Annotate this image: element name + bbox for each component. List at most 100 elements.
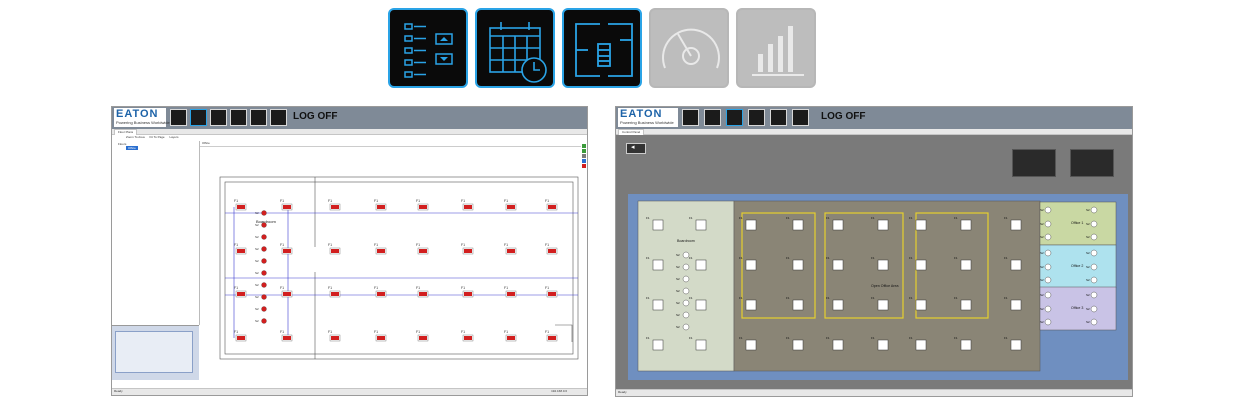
light-fixture-button[interactable] <box>1010 259 1022 271</box>
light-fixture[interactable] <box>419 292 427 296</box>
light-fixture[interactable] <box>331 336 339 340</box>
layer-toggle-icon[interactable] <box>582 164 586 168</box>
light-fixture-button[interactable] <box>652 299 664 311</box>
occupancy-sensor[interactable] <box>1044 220 1052 228</box>
logoff-button[interactable]: LOG OFF <box>293 111 337 122</box>
light-fixture-button[interactable] <box>652 219 664 231</box>
light-fixture[interactable] <box>464 292 472 296</box>
light-fixture-button[interactable] <box>1010 299 1022 311</box>
light-fixture-button[interactable] <box>792 219 804 231</box>
occupancy-sensor[interactable] <box>1090 291 1098 299</box>
minimap-viewport[interactable] <box>115 331 193 373</box>
light-fixture[interactable] <box>237 292 245 296</box>
light-fixture-button[interactable] <box>915 299 927 311</box>
layer-toggle-icon[interactable] <box>582 154 586 158</box>
occupancy-sensor[interactable] <box>1090 305 1098 313</box>
occupancy-sensor[interactable] <box>1044 263 1052 271</box>
occupancy-sensor[interactable] <box>1090 233 1098 241</box>
occupancy-sensor[interactable] <box>682 299 690 307</box>
home-icon[interactable] <box>170 109 187 126</box>
occupancy-sensor[interactable] <box>1044 318 1052 326</box>
light-fixture-button[interactable] <box>695 339 707 351</box>
light-fixture[interactable] <box>331 205 339 209</box>
light-fixture[interactable] <box>464 205 472 209</box>
bar-chart-icon[interactable] <box>250 109 267 126</box>
light-fixture-button[interactable] <box>745 339 757 351</box>
gauge-icon[interactable] <box>230 109 247 126</box>
zoom-area-button[interactable]: Zoom To Area <box>126 135 145 139</box>
gauge-icon[interactable] <box>748 109 765 126</box>
control-floor-plan[interactable]: Office 1S2 S2S2 S2S2 S2Office 2S2 S2S2 S2S2 S2… <box>616 135 1133 393</box>
light-fixture[interactable] <box>283 249 291 253</box>
floor-plan-icon[interactable] <box>562 8 642 88</box>
fit-page-button[interactable]: Fit To Page <box>149 135 164 139</box>
occupancy-sensor[interactable] <box>682 323 690 331</box>
light-fixture-button[interactable] <box>1010 339 1022 351</box>
occupancy-sensor[interactable] <box>261 318 267 324</box>
light-fixture[interactable] <box>507 249 515 253</box>
light-fixture-button[interactable] <box>695 219 707 231</box>
occupancy-sensor[interactable] <box>682 311 690 319</box>
occupancy-sensor[interactable] <box>682 287 690 295</box>
light-fixture[interactable] <box>237 205 245 209</box>
light-fixture[interactable] <box>507 292 515 296</box>
boardroom-zone[interactable] <box>637 200 735 372</box>
occupancy-sensor[interactable] <box>261 258 267 264</box>
light-fixture-button[interactable] <box>915 259 927 271</box>
light-fixture[interactable] <box>507 205 515 209</box>
light-fixture-button[interactable] <box>832 299 844 311</box>
occupancy-sensor[interactable] <box>1090 249 1098 257</box>
light-fixture[interactable] <box>548 249 556 253</box>
occupancy-sensor[interactable] <box>1090 276 1098 284</box>
light-fixture-button[interactable] <box>960 259 972 271</box>
light-fixture-button[interactable] <box>832 339 844 351</box>
logoff-button[interactable]: LOG OFF <box>821 111 865 122</box>
light-fixture-button[interactable] <box>877 339 889 351</box>
light-fixture[interactable] <box>377 336 385 340</box>
light-fixture-button[interactable] <box>792 259 804 271</box>
light-fixture-button[interactable] <box>877 219 889 231</box>
light-fixture-button[interactable] <box>960 339 972 351</box>
calendar-schedule-icon[interactable] <box>475 8 555 88</box>
light-fixture[interactable] <box>419 249 427 253</box>
occupancy-sensor[interactable] <box>1044 291 1052 299</box>
light-fixture-button[interactable] <box>695 299 707 311</box>
occupancy-sensor[interactable] <box>261 246 267 252</box>
light-fixture[interactable] <box>331 249 339 253</box>
light-fixture-button[interactable] <box>652 339 664 351</box>
light-fixture[interactable] <box>464 249 472 253</box>
occupancy-sensor[interactable] <box>261 210 267 216</box>
occupancy-sensor[interactable] <box>261 294 267 300</box>
occupancy-sensor[interactable] <box>261 234 267 240</box>
light-fixture-button[interactable] <box>1010 219 1022 231</box>
layers-button[interactable]: Layers <box>169 135 178 139</box>
occupancy-sensor[interactable] <box>1044 206 1052 214</box>
light-fixture-button[interactable] <box>695 259 707 271</box>
occupancy-sensor[interactable] <box>682 251 690 259</box>
light-fixture-button[interactable] <box>745 259 757 271</box>
occupancy-sensor[interactable] <box>682 275 690 283</box>
minimap[interactable] <box>112 325 199 380</box>
light-fixture-button[interactable] <box>652 259 664 271</box>
light-fixture-button[interactable] <box>745 219 757 231</box>
light-fixture-button[interactable] <box>745 299 757 311</box>
light-fixture[interactable] <box>419 205 427 209</box>
light-fixture-button[interactable] <box>960 299 972 311</box>
light-fixture[interactable] <box>464 336 472 340</box>
light-fixture-button[interactable] <box>877 259 889 271</box>
light-fixture[interactable] <box>283 205 291 209</box>
occupancy-sensor[interactable] <box>1090 220 1098 228</box>
light-fixture-button[interactable] <box>915 339 927 351</box>
bar-chart-icon[interactable] <box>770 109 787 126</box>
light-fixture[interactable] <box>507 336 515 340</box>
occupancy-sensor[interactable] <box>682 263 690 271</box>
light-fixture[interactable] <box>237 249 245 253</box>
light-fixture[interactable] <box>548 336 556 340</box>
layer-toggle-icon[interactable] <box>582 159 586 163</box>
light-fixture[interactable] <box>548 292 556 296</box>
layer-toggle-icon[interactable] <box>582 149 586 153</box>
layer-toggle-icon[interactable] <box>582 144 586 148</box>
light-fixture[interactable] <box>331 292 339 296</box>
occupancy-sensor[interactable] <box>261 306 267 312</box>
control-panel-icon[interactable] <box>388 8 468 88</box>
